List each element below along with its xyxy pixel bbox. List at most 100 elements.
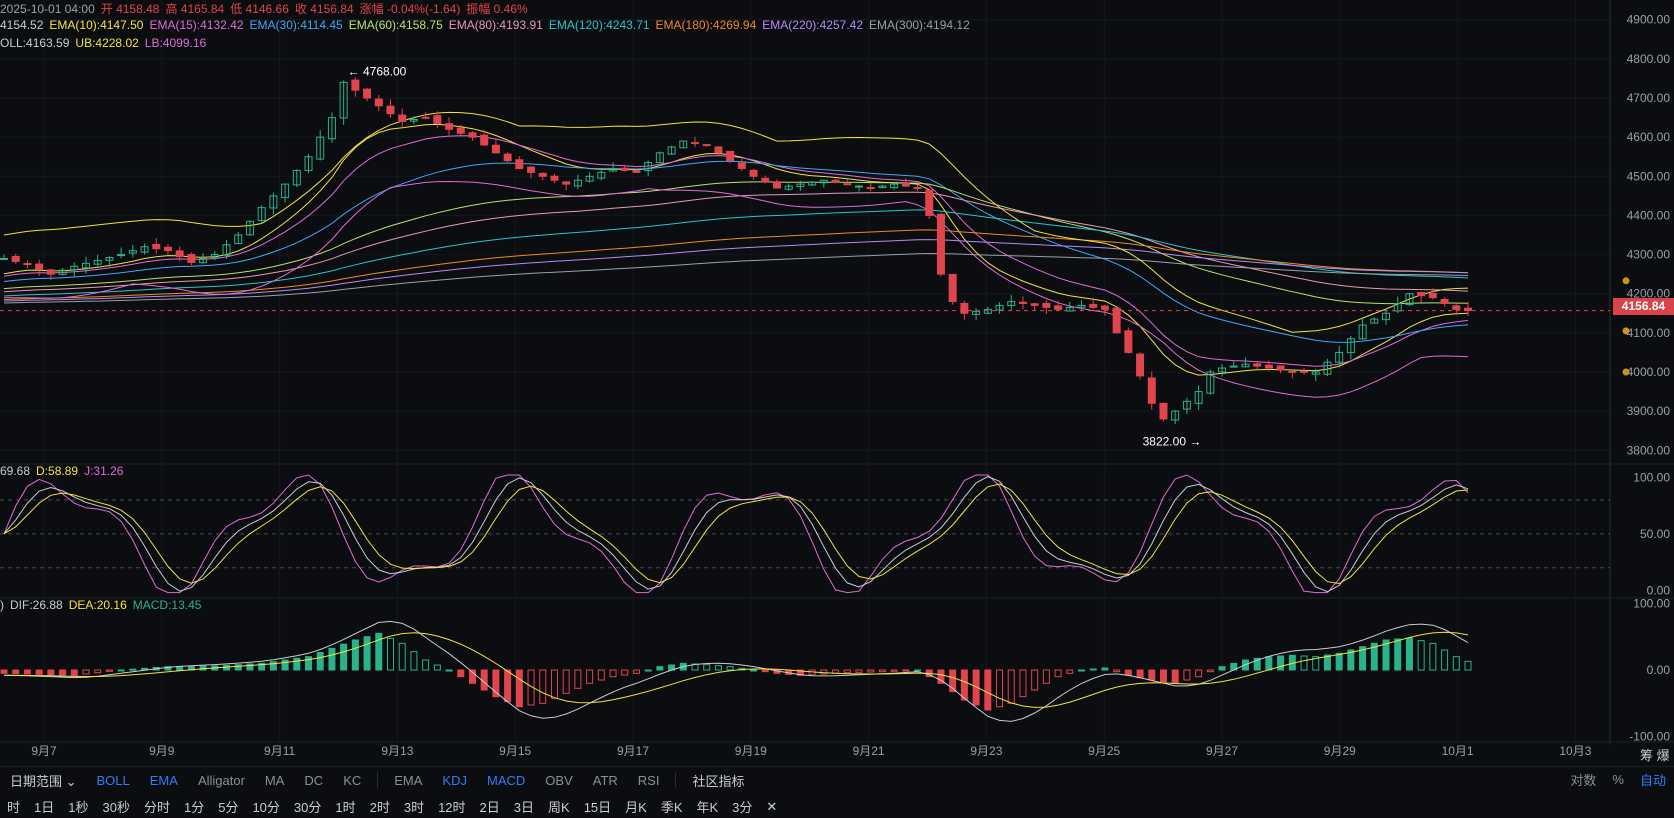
timeframe-btn[interactable]: 30秒 xyxy=(95,797,136,816)
candle-body xyxy=(117,254,126,257)
indicator-btn-dc[interactable]: DC xyxy=(294,773,333,788)
candle-body xyxy=(772,181,781,189)
macd-histogram-bar xyxy=(305,656,313,671)
macd-histogram-bar xyxy=(1089,668,1097,671)
indicator-btn-kdj[interactable]: KDJ xyxy=(432,773,477,788)
indicator-btn-kc[interactable]: KC xyxy=(333,773,371,788)
candle-body xyxy=(550,175,559,181)
ohlc-legend: 2025-10-01 04:00 开 4158.48 高 4165.84 低 4146… xyxy=(0,0,534,17)
macd-histogram-bar xyxy=(996,669,1004,708)
indicator-btn-obv[interactable]: OBV xyxy=(535,773,582,788)
timeframe-btn[interactable]: 1时 xyxy=(328,797,362,816)
x-tick-label: 9月29 xyxy=(1324,744,1356,758)
indicator-btn-atr[interactable]: ATR xyxy=(583,773,628,788)
macd-histogram-bar xyxy=(47,669,55,676)
timeframe-btn[interactable]: 5分 xyxy=(211,797,245,816)
scale-btn[interactable]: 对数 xyxy=(1562,770,1604,789)
macd-histogram-bar xyxy=(1441,649,1449,671)
timeframe-btn[interactable]: 年K xyxy=(690,797,726,816)
macd-histogram-bar xyxy=(1429,642,1437,671)
macd-histogram-bar xyxy=(1394,638,1402,671)
legend-item: EMA(120):4243.71 xyxy=(548,18,650,32)
macd-histogram-bar xyxy=(1124,669,1132,676)
x-tick-label: 9月15 xyxy=(499,744,531,758)
candle-body xyxy=(1136,353,1145,377)
corner-label[interactable]: 筹 爆 xyxy=(1640,745,1670,764)
legend-item: J:31.26 xyxy=(84,464,124,478)
macd-histogram-bar xyxy=(1042,669,1050,684)
timeframe-btn[interactable]: 30分 xyxy=(287,797,328,816)
macd-histogram-bar xyxy=(1159,669,1167,683)
timeframe-btn[interactable]: 1分 xyxy=(177,797,211,816)
macd-histogram-bar xyxy=(269,661,277,671)
indicator-btn--[interactable]: 社区指标 xyxy=(682,771,754,790)
macd-histogram-bar xyxy=(1195,669,1203,678)
timeframe-btn[interactable]: 15日 xyxy=(577,797,618,816)
candle-body xyxy=(11,256,20,262)
macd-histogram-bar xyxy=(1101,667,1109,671)
legend-item: DIF:26.88 xyxy=(10,598,63,612)
legend-item: EMA(220):4257.42 xyxy=(762,18,864,32)
timeframe-btn[interactable]: 月K xyxy=(618,797,654,816)
macd-histogram-bar xyxy=(1136,669,1144,679)
timeframe-btn[interactable]: 10分 xyxy=(245,797,286,816)
indicator-btn-rsi[interactable]: RSI xyxy=(628,773,670,788)
macd-histogram-bar xyxy=(445,669,453,672)
candle-body xyxy=(843,183,852,186)
macd-histogram-bar xyxy=(234,664,242,671)
indicator-btn-ma[interactable]: MA xyxy=(255,773,295,788)
candle-body xyxy=(1112,307,1121,334)
macd-histogram-bar xyxy=(129,668,137,671)
ema-legend: 4154.52 EMA(10):4147.50 EMA(15):4132.42 EMA… xyxy=(0,18,976,32)
kdj-y-tick: 100.00 xyxy=(1633,470,1670,484)
timeframe-btn[interactable]: 12时 xyxy=(431,797,472,816)
macd-histogram-bar xyxy=(70,669,78,676)
timeframe-btn[interactable]: 季K xyxy=(654,797,690,816)
indicator-btn-boll[interactable]: BOLL xyxy=(87,773,140,788)
chart-canvas[interactable]: 9月7 9月9 9月11 9月13 9月15 9月17 9月19 9月21 9月23 9月25 9月… xyxy=(0,0,1674,766)
timeframe-btn[interactable]: 2日 xyxy=(473,797,507,816)
candle-body xyxy=(1300,370,1309,373)
timeframe-btn[interactable]: 2时 xyxy=(363,797,397,816)
candle-body xyxy=(23,262,32,265)
indicator-btn--[interactable]: 日期范围 ⌄ xyxy=(0,771,87,790)
candle-body xyxy=(691,142,700,145)
candle-body xyxy=(866,187,875,190)
indicator-btn-alligator[interactable]: Alligator xyxy=(188,773,255,788)
legend-item: EMA(15):4132.42 xyxy=(149,18,244,32)
indicator-btn-macd[interactable]: MACD xyxy=(477,773,535,788)
timeframe-btn[interactable]: 时 xyxy=(0,797,27,816)
indicator-btn-ema[interactable]: EMA xyxy=(140,773,188,788)
candle-body xyxy=(702,144,711,147)
macd-histogram-bar xyxy=(703,664,711,671)
macd-histogram-bar xyxy=(914,669,922,672)
candle-body xyxy=(1440,298,1449,304)
indicator-btn-ema[interactable]: EMA xyxy=(384,773,432,788)
scale-btn[interactable]: % xyxy=(1604,772,1632,787)
macd-histogram-bar xyxy=(1405,637,1413,671)
timeframe-btn[interactable]: 1日 xyxy=(27,797,61,816)
timeframe-btn[interactable]: 3分 xyxy=(725,797,759,816)
timeframe-btn[interactable]: 1秒 xyxy=(61,797,95,816)
candle-body xyxy=(620,167,629,171)
macd-histogram-bar xyxy=(1218,666,1226,671)
timeframe-btn[interactable]: 分时 xyxy=(137,797,177,816)
ema-line xyxy=(3,191,1469,293)
scale-btn[interactable]: 自动 xyxy=(1632,770,1674,789)
x-tick-label: 9月23 xyxy=(970,744,1002,758)
macd-histogram-bar xyxy=(293,657,301,671)
macd-histogram-bar xyxy=(562,669,570,694)
macd-histogram-bar xyxy=(1183,669,1191,681)
macd-histogram-bar xyxy=(410,651,418,671)
legend-item: 开 4158.48 xyxy=(100,2,160,16)
price-extreme-label: 3822.00 → xyxy=(1143,435,1202,449)
timeframe-btn[interactable]: 3日 xyxy=(507,797,541,816)
candle-body xyxy=(1042,302,1051,308)
timeframe-btn[interactable]: ✕ xyxy=(759,799,784,815)
macd-histogram-bar xyxy=(1452,656,1460,671)
candle-body xyxy=(1054,305,1063,310)
ema-line xyxy=(3,135,1469,367)
timeframe-btn[interactable]: 3时 xyxy=(397,797,431,816)
timeframe-btn[interactable]: 周K xyxy=(541,797,577,816)
legend-item: DEA:20.16 xyxy=(68,598,127,612)
